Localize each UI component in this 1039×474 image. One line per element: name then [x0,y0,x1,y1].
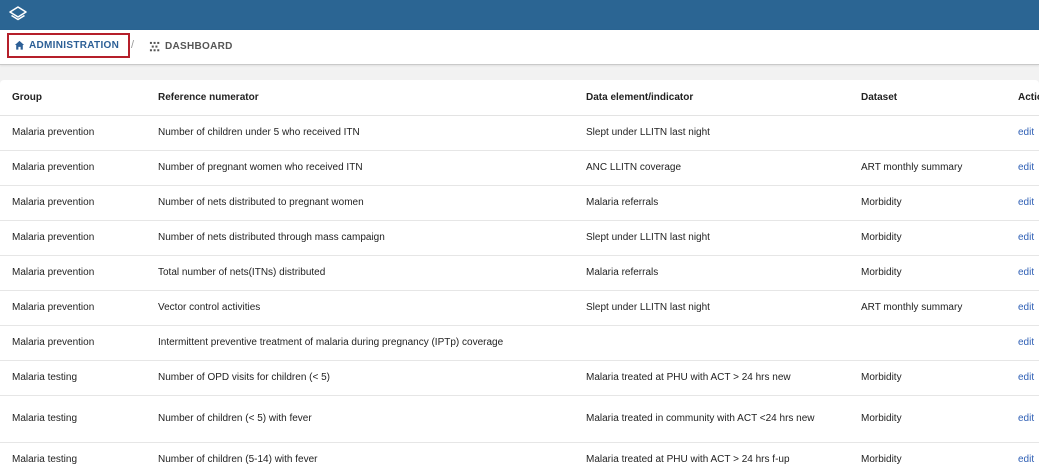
cell-data-element: Malaria treated at PHU with ACT > 24 hrs… [586,360,861,396]
header-dataset[interactable]: Dataset [861,80,1018,116]
cell-action: edit [1018,325,1039,361]
edit-link[interactable]: edit [1018,413,1034,424]
table-row: Malaria prevention Number of nets distri… [0,220,1039,256]
edit-link[interactable]: edit [1018,197,1034,208]
cell-group: Malaria prevention [0,325,158,361]
cell-reference-numerator: Number of OPD visits for children (< 5) [158,360,586,396]
table-row: Malaria prevention Number of nets distri… [0,185,1039,221]
cell-action: edit [1018,150,1039,186]
cell-action: edit [1018,290,1039,326]
table-header-row: Group Reference numerator Data element/i… [0,80,1039,116]
cell-data-element: Malaria referrals [586,185,861,221]
breadcrumb-dashboard[interactable]: DASHBOARD [149,35,233,57]
edit-link[interactable]: edit [1018,267,1034,278]
cell-dataset: Morbidity [861,442,1018,474]
cell-reference-numerator: Vector control activities [158,290,586,326]
cell-reference-numerator: Number of nets distributed to pregnant w… [158,185,586,221]
table-row: Malaria prevention Vector control activi… [0,290,1039,326]
cell-action: edit [1018,255,1039,291]
dashboard-icon [149,41,160,51]
cell-group: Malaria testing [0,395,158,443]
cell-data-element [586,325,861,361]
home-icon [14,40,25,50]
cell-data-element: Malaria referrals [586,255,861,291]
edit-link[interactable]: edit [1018,127,1034,138]
table-row: Malaria testing Number of OPD visits for… [0,360,1039,396]
table-row: Malaria prevention Intermittent preventi… [0,325,1039,361]
cell-reference-numerator: Number of children (5-14) with fever [158,442,586,474]
cell-action: edit [1018,442,1039,474]
header-data-element[interactable]: Data element/indicator [586,80,861,116]
cell-group: Malaria testing [0,442,158,474]
cell-group: Malaria prevention [0,290,158,326]
cell-group: Malaria prevention [0,185,158,221]
cell-dataset: Morbidity [861,255,1018,291]
cell-action: edit [1018,360,1039,396]
breadcrumb-administration-label: ADMINISTRATION [29,40,120,51]
cell-reference-numerator: Intermittent preventive treatment of mal… [158,325,586,361]
cell-dataset: Morbidity [861,395,1018,443]
cell-dataset [861,325,1018,361]
cell-dataset: Morbidity [861,185,1018,221]
cell-data-element: ANC LLITN coverage [586,150,861,186]
cell-data-element: Slept under LLITN last night [586,290,861,326]
table-row: Malaria prevention Number of pregnant wo… [0,150,1039,186]
table-row: Malaria testing Number of children (5-14… [0,442,1039,474]
cell-group: Malaria prevention [0,115,158,151]
cell-action: edit [1018,395,1039,443]
cell-data-element: Slept under LLITN last night [586,115,861,151]
edit-link[interactable]: edit [1018,372,1034,383]
cell-group: Malaria prevention [0,255,158,291]
edit-link[interactable]: edit [1018,337,1034,348]
cell-dataset: Morbidity [861,360,1018,396]
cell-data-element: Malaria treated in community with ACT <2… [586,395,861,443]
cell-action: edit [1018,115,1039,151]
cell-dataset: ART monthly summary [861,290,1018,326]
cell-action: edit [1018,185,1039,221]
cell-reference-numerator: Number of children (< 5) with fever [158,395,586,443]
breadcrumb-administration[interactable]: ADMINISTRATION [7,33,130,58]
indicator-table: Group Reference numerator Data element/i… [0,80,1039,474]
cell-group: Malaria prevention [0,220,158,256]
table-row: Malaria prevention Number of children un… [0,115,1039,151]
header-action: Action [1018,80,1039,116]
breadcrumb-separator: / [131,39,135,51]
cell-dataset: Morbidity [861,220,1018,256]
cell-reference-numerator: Total number of nets(ITNs) distributed [158,255,586,291]
edit-link[interactable]: edit [1018,162,1034,173]
indicator-table-card: Group Reference numerator Data element/i… [0,80,1039,474]
cell-reference-numerator: Number of pregnant women who received IT… [158,150,586,186]
cell-action: edit [1018,220,1039,256]
cell-data-element: Malaria treated at PHU with ACT > 24 hrs… [586,442,861,474]
header-reference-numerator[interactable]: Reference numerator [158,80,586,116]
cell-reference-numerator: Number of children under 5 who received … [158,115,586,151]
edit-link[interactable]: edit [1018,302,1034,313]
table-row: Malaria testing Number of children (< 5)… [0,395,1039,443]
cell-data-element: Slept under LLITN last night [586,220,861,256]
cell-reference-numerator: Number of nets distributed through mass … [158,220,586,256]
edit-link[interactable]: edit [1018,232,1034,243]
layers-icon[interactable] [8,5,28,25]
cell-dataset: ART monthly summary [861,150,1018,186]
edit-link[interactable]: edit [1018,454,1034,465]
breadcrumb: ADMINISTRATION / DASHBOARD [0,30,1039,65]
cell-group: Malaria testing [0,360,158,396]
table-row: Malaria prevention Total number of nets(… [0,255,1039,291]
header-group[interactable]: Group [0,80,158,116]
cell-group: Malaria prevention [0,150,158,186]
breadcrumb-dashboard-label: DASHBOARD [165,40,233,52]
cell-dataset [861,115,1018,151]
top-app-bar [0,0,1039,30]
